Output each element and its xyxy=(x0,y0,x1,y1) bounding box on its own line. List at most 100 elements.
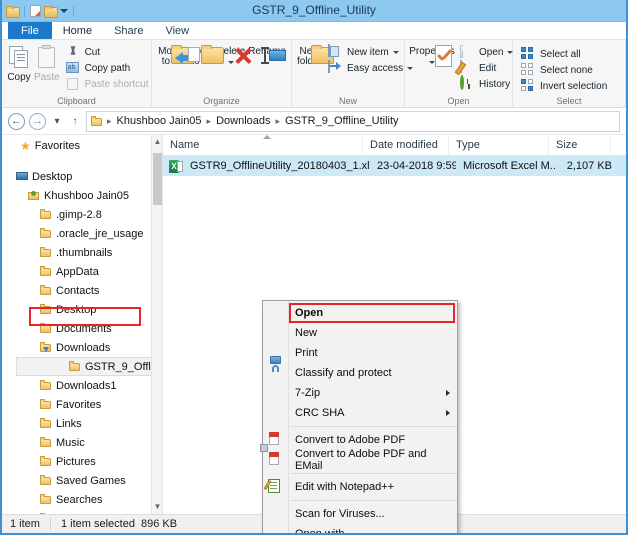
sidebar-item-user[interactable]: Khushboo Jain05 xyxy=(2,186,162,205)
sidebar-item-links[interactable]: Links xyxy=(2,414,162,433)
up-button[interactable]: ↑ xyxy=(68,113,82,130)
crumb-separator-1[interactable]: ▸ xyxy=(205,116,214,127)
back-button[interactable]: ← xyxy=(8,112,25,130)
documents-folder-icon xyxy=(40,323,52,334)
sidebar-label-contacts: Contacts xyxy=(56,284,100,297)
context-menu-item-new[interactable]: New xyxy=(263,323,457,343)
tab-home[interactable]: Home xyxy=(51,22,104,39)
scroll-down-arrow-icon[interactable]: ▼ xyxy=(152,500,162,514)
sidebar-item-desktop-root[interactable]: Desktop xyxy=(2,167,162,186)
paste-button[interactable]: Paste xyxy=(34,43,60,83)
sidebar-label-pictures: Pictures xyxy=(56,455,96,468)
forward-button[interactable]: → xyxy=(29,112,46,130)
sidebar-item-downloads[interactable]: Downloads xyxy=(2,338,162,357)
copy-button[interactable]: Copy xyxy=(7,43,31,83)
open-group-label: Open xyxy=(447,96,470,106)
invert-selection-button[interactable]: Invert selection xyxy=(518,79,610,94)
context-menu-item-open[interactable]: Open xyxy=(263,303,457,323)
tab-file[interactable]: File xyxy=(8,22,52,39)
crumb-current-folder[interactable]: GSTR_9_Offline_Utility xyxy=(284,115,400,127)
sidebar-item-favorites[interactable]: ★ Favorites xyxy=(2,135,162,157)
new-item-dropdown-icon[interactable] xyxy=(392,51,399,54)
favorites-folder-icon xyxy=(40,399,52,410)
sidebar-label-searches: Searches xyxy=(56,493,103,506)
recent-locations-button[interactable]: ▾ xyxy=(50,113,64,130)
context-menu-item-convert-to-adobe-pdf[interactable]: Convert to Adobe PDF xyxy=(263,430,457,450)
sidebar-label-desktop: Desktop xyxy=(56,303,97,316)
context-menu-item-convert-to-adobe-pdf-and-email[interactable]: Convert to Adobe PDF and EMail xyxy=(260,444,457,472)
sidebar-item-gstr9-offline-utility[interactable]: GSTR_9_Offline_Utility xyxy=(16,357,162,376)
column-header-type[interactable]: Type xyxy=(449,135,549,156)
select-all-button[interactable]: Select all xyxy=(518,47,610,62)
videos-folder-icon xyxy=(40,513,52,514)
sidebar-label-user: Khushboo Jain05 xyxy=(44,189,130,202)
sidebar-item-pictures[interactable]: Pictures xyxy=(2,452,162,471)
sidebar-item-desktop[interactable]: Desktop xyxy=(2,300,162,319)
crumb-separator-2[interactable]: ▸ xyxy=(274,116,283,127)
sidebar-label-desktop-root: Desktop xyxy=(32,170,73,183)
copy-label: Copy xyxy=(7,72,31,83)
context-menu-separator xyxy=(290,426,457,427)
sidebar-item-videos[interactable]: Videos xyxy=(2,509,162,514)
file-explorer-window: GSTR_9_Offline_Utility File Home Share V… xyxy=(0,0,628,535)
sidebar-item-contacts[interactable]: Contacts xyxy=(2,281,162,300)
sidebar-item-downloads1[interactable]: Downloads1 xyxy=(2,376,162,395)
sidebar-item-music[interactable]: Music xyxy=(2,433,162,452)
ribbon-group-select: Select all Select none Invert selection … xyxy=(513,40,626,107)
sort-ascending-icon xyxy=(262,135,271,139)
scroll-up-arrow-icon[interactable]: ▲ xyxy=(152,135,162,149)
sidebar-item-saved-games[interactable]: Saved Games xyxy=(2,471,162,490)
crumb-separator-0[interactable]: ▸ xyxy=(105,116,114,127)
context-scan-label: Scan for Viruses... xyxy=(295,508,385,520)
history-button[interactable]: History xyxy=(457,75,516,92)
sidebar-item-appdata[interactable]: AppData xyxy=(2,262,162,281)
column-header-name[interactable]: Name xyxy=(163,135,363,156)
rename-button[interactable]: Rename xyxy=(248,43,287,64)
clipboard-small-buttons: Cut ab Copy path Paste shortcut xyxy=(63,43,152,92)
scrollbar-thumb[interactable] xyxy=(153,153,162,205)
paste-shortcut-button[interactable]: Paste shortcut xyxy=(63,77,152,92)
new-folder-button[interactable]: New folder xyxy=(297,43,334,67)
music-folder-icon xyxy=(40,437,52,448)
crumb-downloads[interactable]: Downloads xyxy=(215,115,271,127)
tab-view[interactable]: View xyxy=(154,22,200,39)
cut-button[interactable]: Cut xyxy=(63,45,152,60)
context-menu-item-crc-sha[interactable]: CRC SHA xyxy=(263,403,457,423)
column-header-size[interactable]: Size xyxy=(549,135,611,156)
sidebar-item-thumbnails[interactable]: .thumbnails xyxy=(2,243,162,262)
context-menu-item-open-with[interactable]: Open with... xyxy=(263,524,457,535)
sidebar-item-oracle-jre-usage[interactable]: .oracle_jre_usage xyxy=(2,224,162,243)
context-menu-item-print[interactable]: Print xyxy=(263,343,457,363)
sidebar-item-documents[interactable]: Documents xyxy=(2,319,162,338)
move-to-button[interactable]: Move to xyxy=(157,43,195,67)
cut-label: Cut xyxy=(84,47,101,58)
history-icon xyxy=(460,75,475,92)
ribbon-group-clipboard: Copy Paste Cut ab Copy path Paste shortc… xyxy=(2,40,152,107)
properties-button[interactable]: Properties xyxy=(409,43,455,67)
select-none-button[interactable]: Select none xyxy=(518,63,610,78)
submenu-arrow-icon xyxy=(446,390,450,396)
open-button[interactable]: Open xyxy=(457,45,516,60)
new-item-button[interactable]: New item xyxy=(325,44,416,60)
sidebar-item-searches[interactable]: Searches xyxy=(2,490,162,509)
navigation-scrollbar[interactable]: ▲ ▼ xyxy=(151,135,162,514)
sidebar-item-gimp[interactable]: .gimp-2.8 xyxy=(2,205,162,224)
context-menu-item-classify-and-protect[interactable]: Classify and protect xyxy=(263,356,457,383)
searches-folder-icon xyxy=(40,494,52,505)
easy-access-button[interactable]: Easy access xyxy=(325,60,416,76)
context-menu-item-edit-with-notepadpp[interactable]: Edit with Notepad++ xyxy=(263,477,457,497)
edit-button[interactable]: Edit xyxy=(457,60,516,76)
tab-share[interactable]: Share xyxy=(103,22,154,39)
copy-path-button[interactable]: ab Copy path xyxy=(63,61,152,76)
context-menu-item-7zip[interactable]: 7-Zip xyxy=(263,383,457,403)
pdf-icon xyxy=(268,432,284,448)
context-menu-item-scan-for-viruses[interactable]: Scan for Viruses... xyxy=(263,504,457,524)
column-header-date-modified[interactable]: Date modified xyxy=(363,135,449,156)
table-row[interactable]: GSTR9_OfflineUtility_20180403_1.xlsm 23-… xyxy=(163,156,626,176)
context-open-with-label: Open with... xyxy=(295,528,354,535)
notepadpp-icon xyxy=(263,479,284,495)
sidebar-item-favorites-folder[interactable]: Favorites xyxy=(2,395,162,414)
crumb-user[interactable]: Khushboo Jain05 xyxy=(116,115,203,127)
breadcrumb[interactable]: ▸ Khushboo Jain05 ▸ Downloads ▸ GSTR_9_O… xyxy=(86,110,620,132)
file-name-cell: GSTR9_OfflineUtility_20180403_1.xlsm xyxy=(190,160,370,172)
